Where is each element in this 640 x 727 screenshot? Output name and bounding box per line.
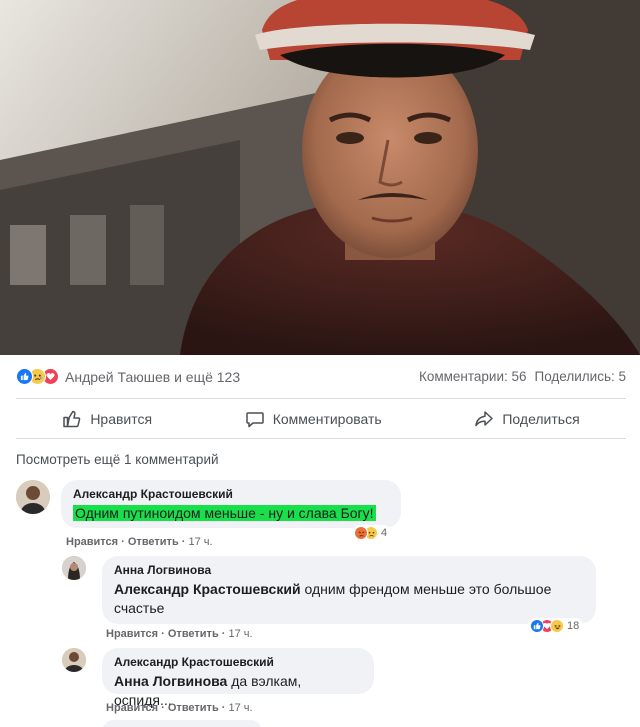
shares-count[interactable]: Поделились: 5 xyxy=(535,369,626,384)
comment-meta: Нравится · Ответить · 17 ч. xyxy=(106,628,253,640)
comment-timestamp[interactable]: 17 ч. xyxy=(189,536,213,548)
comment-text: Одним путиноидом меньше - ну и слава Бог… xyxy=(73,505,376,521)
comment-button-label: Комментировать xyxy=(272,410,382,427)
avatar[interactable] xyxy=(62,556,86,580)
mention-link[interactable]: Александр Крастошевский xyxy=(114,581,301,597)
comment-reactions[interactable]: 18 xyxy=(528,618,584,634)
comment-text-continued: счастье xyxy=(114,600,165,616)
reactions-summary[interactable]: Андрей Таюшев и ещё 123 xyxy=(16,368,240,385)
comment-reaction-count: 18 xyxy=(567,620,580,632)
comment-author[interactable]: Анна Логвинова xyxy=(114,563,584,577)
avatar[interactable] xyxy=(62,648,86,672)
comment-bubble: Александр Крастошевский Анна Логвинова д… xyxy=(102,648,374,708)
post-actions: Нравится Комментировать Поделиться xyxy=(16,399,626,439)
comment-reaction-count: 4 xyxy=(381,527,388,539)
like-button-label: Нравится xyxy=(90,410,153,427)
haha-icon xyxy=(550,619,564,633)
comment-timestamp[interactable]: 17 ч. xyxy=(229,628,253,640)
comment-button[interactable]: Комментировать xyxy=(245,409,382,429)
like-icon xyxy=(530,619,544,633)
comment-author[interactable]: Александр Крастошевский xyxy=(114,655,362,669)
comment-reply-link[interactable]: Ответить xyxy=(168,628,219,640)
speech-bubble-icon xyxy=(245,411,264,427)
comment-like-link[interactable]: Нравится xyxy=(66,536,118,548)
comment-meta: Нравится · Ответить · 17 ч. xyxy=(106,702,253,714)
comment-reactions[interactable]: 4 xyxy=(352,525,392,541)
view-more-comments-link[interactable]: Посмотреть ещё 1 комментарий xyxy=(16,452,219,467)
like-button[interactable]: Нравится xyxy=(62,409,152,429)
like-icon xyxy=(16,368,33,385)
comment-bubble: Анна Логвинова Александр Крастошевский о… xyxy=(102,556,596,624)
avatar[interactable] xyxy=(16,480,50,514)
comment-like-link[interactable]: Нравится xyxy=(106,702,158,714)
reactions-bar: Андрей Таюшев и ещё 123 Комментарии: 56 … xyxy=(16,355,626,399)
angry-icon xyxy=(354,526,368,540)
next-comment-bubble xyxy=(102,720,262,727)
post-photo[interactable] xyxy=(0,0,640,355)
comment: Александр Крастошевский Одним путиноидом… xyxy=(16,480,401,528)
comment-reply-link[interactable]: Ответить xyxy=(168,702,219,714)
portrait-image xyxy=(0,0,640,355)
comment-bubble: Александр Крастошевский Одним путиноидом… xyxy=(61,480,401,528)
mention-link[interactable]: Анна Логвинова xyxy=(114,673,227,689)
comment-timestamp[interactable]: 17 ч. xyxy=(229,702,253,714)
comment-reply-link[interactable]: Ответить xyxy=(128,536,179,548)
comment-text: одним френдом меньше это большое xyxy=(304,581,552,597)
reactors-names[interactable]: Андрей Таюшев и ещё 123 xyxy=(65,369,240,385)
comment-like-link[interactable]: Нравится xyxy=(106,628,158,640)
share-button[interactable]: Поделиться xyxy=(474,409,580,429)
share-button-label: Поделиться xyxy=(502,410,580,427)
comment-author[interactable]: Александр Крастошевский xyxy=(73,487,389,501)
comment-meta: Нравится · Ответить · 17 ч. xyxy=(66,536,213,548)
thumbs-up-icon xyxy=(63,410,81,427)
comment-reply: Александр Крастошевский Анна Логвинова д… xyxy=(62,648,374,708)
comments-count[interactable]: Комментарии: 56 xyxy=(419,369,527,384)
share-arrow-icon xyxy=(475,410,494,426)
comment-reply: Анна Логвинова Александр Крастошевский о… xyxy=(62,556,596,624)
